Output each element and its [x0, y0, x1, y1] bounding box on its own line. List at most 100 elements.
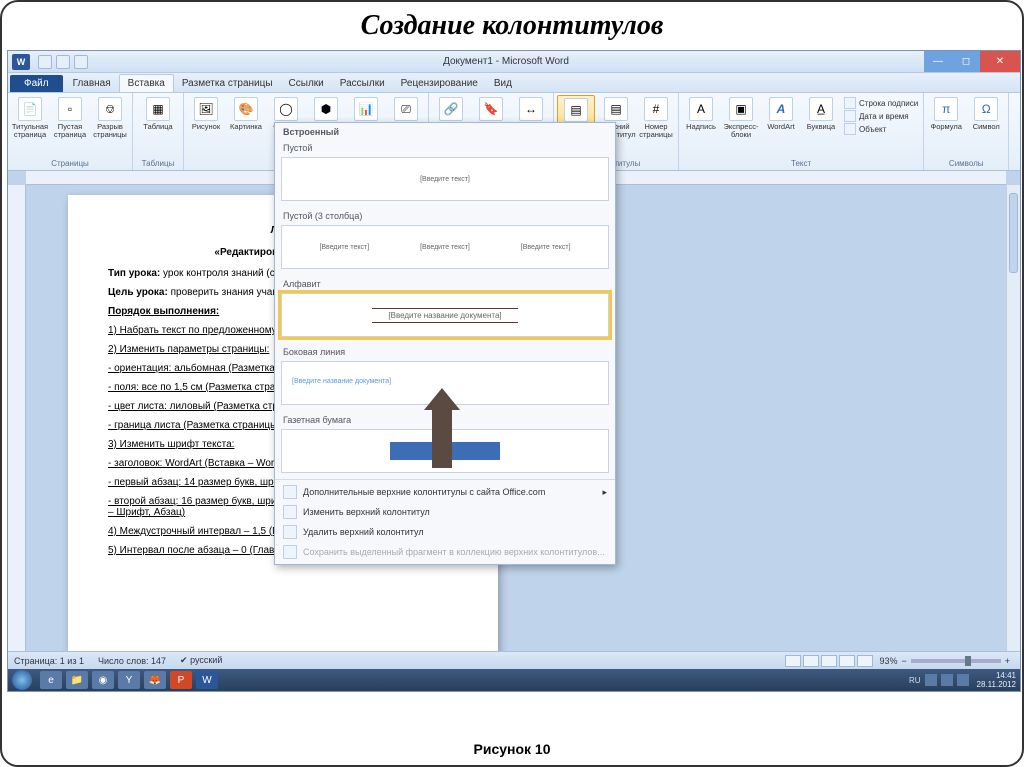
gallery-item-alpha[interactable]: [Введите название документа]: [281, 293, 609, 337]
zoom-slider[interactable]: [911, 659, 1001, 663]
office-icon: [283, 485, 297, 499]
textbox-icon: A: [689, 97, 713, 121]
vertical-ruler[interactable]: [8, 185, 26, 651]
tab-mailings[interactable]: Рассылки: [332, 75, 393, 92]
tray-clock[interactable]: 14:41 28.11.2012: [977, 671, 1016, 689]
task-powerpoint-icon[interactable]: P: [170, 671, 192, 689]
tray-flag-icon[interactable]: [925, 674, 937, 686]
tab-insert[interactable]: Вставка: [119, 74, 174, 92]
group-symbols-label: Символы: [927, 158, 1005, 168]
group-text-label: Текст: [682, 158, 920, 168]
status-lang[interactable]: русский: [190, 655, 222, 665]
tab-home[interactable]: Главная: [65, 75, 119, 92]
wordart-button[interactable]: AWordArt: [762, 95, 800, 133]
break-icon: ⎊: [98, 97, 122, 121]
header-gallery-dropdown: Встроенный Пустой [Введите текст] Пустой…: [274, 122, 616, 565]
datetime-icon: [844, 110, 856, 122]
status-words[interactable]: Число слов: 147: [98, 656, 166, 666]
maximize-button[interactable]: ◻: [952, 51, 980, 72]
cover-page-button[interactable]: 📄Титульная страница: [11, 95, 49, 141]
gallery-label-alpha: Алфавит: [275, 275, 615, 291]
signature-icon: [844, 97, 856, 109]
gallery-label-sideline: Боковая линия: [275, 343, 615, 359]
scrollbar-thumb[interactable]: [1009, 193, 1018, 273]
tab-review[interactable]: Рецензирование: [393, 75, 486, 92]
gallery-item-empty3[interactable]: [Введите текст][Введите текст][Введите т…: [281, 225, 609, 269]
bookmark-icon: 🔖: [479, 97, 503, 121]
gallery-menu-remove[interactable]: Удалить верхний колонтитул: [275, 522, 615, 542]
task-ie-icon[interactable]: e: [40, 671, 62, 689]
gallery-section-builtin: Встроенный: [275, 123, 615, 139]
datetime-button[interactable]: Дата и время: [844, 110, 918, 122]
object-button[interactable]: Объект: [844, 123, 918, 135]
tray-network-icon[interactable]: [941, 674, 953, 686]
status-page[interactable]: Страница: 1 из 1: [14, 656, 84, 666]
group-pages-label: Страницы: [11, 158, 129, 168]
quickparts-icon: ▣: [729, 97, 753, 121]
gallery-label-empty3: Пустой (3 столбца): [275, 207, 615, 223]
page-number-button[interactable]: #Номер страницы: [637, 95, 675, 141]
tab-pagelayout[interactable]: Разметка страницы: [174, 75, 281, 92]
dropcap-button[interactable]: A̲Буквица: [802, 95, 840, 133]
task-chrome-icon[interactable]: ◉: [92, 671, 114, 689]
equation-icon: π: [934, 97, 958, 121]
gallery-label-empty: Пустой: [275, 139, 615, 155]
smartart-icon: ⬢: [314, 97, 338, 121]
table-button[interactable]: ▦Таблица: [136, 95, 180, 133]
quick-access-toolbar[interactable]: [38, 55, 88, 69]
textbox-button[interactable]: AНадпись: [682, 95, 720, 133]
gallery-item-empty[interactable]: [Введите текст]: [281, 157, 609, 201]
gallery-menu-save: Сохранить выделенный фрагмент в коллекци…: [275, 542, 615, 562]
footer-icon: ▤: [604, 97, 628, 121]
group-tables-label: Таблицы: [136, 158, 180, 168]
dropcap-icon: A̲: [809, 97, 833, 121]
zoom-handle[interactable]: [965, 656, 971, 666]
gallery-menu-edit[interactable]: Изменить верхний колонтитул: [275, 502, 615, 522]
ribbon-tabs: Файл Главная Вставка Разметка страницы С…: [8, 73, 1020, 93]
annotation-arrow: [432, 410, 452, 468]
task-word-icon[interactable]: W: [196, 671, 218, 689]
tab-view[interactable]: Вид: [486, 75, 520, 92]
task-firefox-icon[interactable]: 🦊: [144, 671, 166, 689]
qat-undo-icon[interactable]: [56, 55, 70, 69]
blank-page-button[interactable]: ▫Пустая страница: [51, 95, 89, 141]
header-icon: ▤: [564, 98, 588, 122]
clipart-icon: 🎨: [234, 97, 258, 121]
view-buttons[interactable]: [785, 655, 873, 667]
remove-icon: [283, 525, 297, 539]
equation-button[interactable]: πФормула: [927, 95, 965, 133]
quickparts-button[interactable]: ▣Экспресс-блоки: [722, 95, 760, 141]
zoom-value[interactable]: 93%: [879, 656, 897, 666]
qat-save-icon[interactable]: [38, 55, 52, 69]
minimize-button[interactable]: —: [924, 51, 952, 72]
object-icon: [844, 123, 856, 135]
screenshot-icon: ⎚: [394, 97, 418, 121]
close-button[interactable]: ✕: [980, 51, 1020, 72]
chart-icon: 📊: [354, 97, 378, 121]
page-break-button[interactable]: ⎊Разрыв страницы: [91, 95, 129, 141]
slide-caption: Рисунок 10: [2, 741, 1022, 757]
signature-line-button[interactable]: Строка подписи: [844, 97, 918, 109]
tray-lang[interactable]: RU: [909, 676, 921, 685]
start-button[interactable]: [12, 670, 32, 690]
edit-icon: [283, 505, 297, 519]
save-selection-icon: [283, 545, 297, 559]
symbol-button[interactable]: ΩСимвол: [967, 95, 1005, 133]
blank-page-icon: ▫: [58, 97, 82, 121]
crossref-icon: ↔: [519, 97, 543, 121]
clipart-button[interactable]: 🎨Картинка: [227, 95, 265, 133]
vertical-scrollbar[interactable]: [1006, 185, 1020, 651]
tray-volume-icon[interactable]: [957, 674, 969, 686]
qat-redo-icon[interactable]: [74, 55, 88, 69]
symbol-icon: Ω: [974, 97, 998, 121]
slide-title: Создание колонтитулов: [2, 2, 1022, 46]
page-icon: 📄: [18, 97, 42, 121]
gallery-menu-office[interactable]: Дополнительные верхние колонтитулы с сай…: [275, 482, 615, 502]
picture-button[interactable]: 🖼Рисунок: [187, 95, 225, 133]
tab-references[interactable]: Ссылки: [281, 75, 332, 92]
word-icon: W: [12, 54, 30, 70]
task-yandex-icon[interactable]: Y: [118, 671, 140, 689]
tab-file[interactable]: Файл: [10, 75, 63, 92]
pagenum-icon: #: [644, 97, 668, 121]
task-explorer-icon[interactable]: 📁: [66, 671, 88, 689]
